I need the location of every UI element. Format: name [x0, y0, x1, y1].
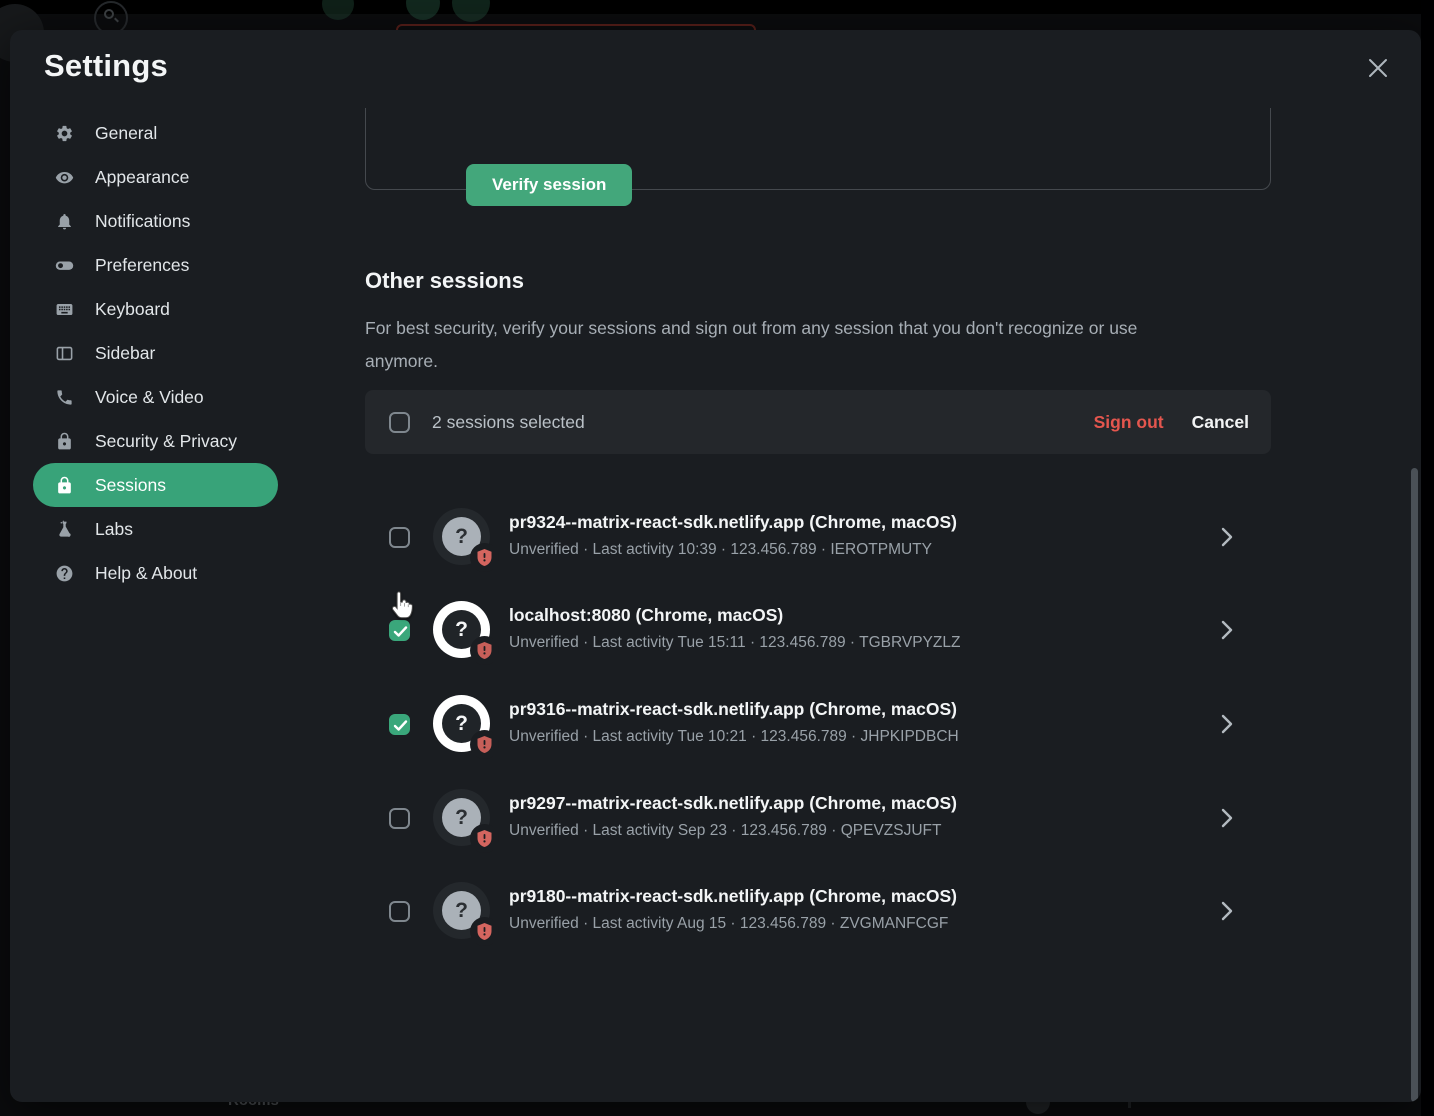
- backdrop-right-strip: [1421, 0, 1434, 1116]
- toggle-icon: [55, 256, 74, 275]
- session-details: Unverified · Last activity Tue 10:21 · 1…: [509, 728, 959, 746]
- sign-out-button[interactable]: Sign out: [1094, 412, 1164, 433]
- sidebar-item-help-about[interactable]: Help & About: [33, 551, 278, 595]
- sidebar-item-label: Preferences: [95, 255, 189, 276]
- session-details: Unverified · Last activity Tue 15:11 · 1…: [509, 634, 960, 652]
- verify-session-button[interactable]: Verify session: [466, 164, 632, 206]
- session-name: pr9180--matrix-react-sdk.netlify.app (Ch…: [509, 886, 957, 907]
- unverified-shield-icon: [470, 543, 499, 572]
- keyboard-icon: [55, 300, 74, 319]
- session-checkbox[interactable]: [389, 808, 410, 829]
- session-details: Unverified · Last activity Sep 23 · 123.…: [509, 822, 941, 840]
- sidebar-item-preferences[interactable]: Preferences: [33, 243, 278, 287]
- session-name: localhost:8080 (Chrome, macOS): [509, 605, 783, 626]
- other-sessions-heading: Other sessions: [365, 268, 524, 294]
- cancel-button[interactable]: Cancel: [1192, 412, 1249, 433]
- flask-icon: [55, 520, 74, 539]
- sidebar-item-label: Help & About: [95, 563, 197, 584]
- help-circle-icon: [55, 564, 74, 583]
- settings-dialog: Settings General Appearance Notification…: [10, 30, 1421, 1102]
- sidebar-item-label: Labs: [95, 519, 133, 540]
- page-title: Settings: [44, 48, 168, 84]
- unverified-shield-icon: [470, 636, 499, 665]
- sidebar-item-label: Keyboard: [95, 299, 170, 320]
- sidebar-item-sessions[interactable]: Sessions: [33, 463, 278, 507]
- sidebar-item-voice-video[interactable]: Voice & Video: [33, 375, 278, 419]
- sidebar-item-label: Sessions: [95, 475, 166, 496]
- session-checkbox[interactable]: [389, 527, 410, 548]
- sidebar-item-general[interactable]: General: [33, 111, 278, 155]
- close-icon[interactable]: [1362, 52, 1394, 84]
- session-checkbox[interactable]: [389, 620, 410, 641]
- sidebar-panes-icon: [55, 344, 74, 363]
- sidebar-item-label: Voice & Video: [95, 387, 204, 408]
- chevron-right-icon[interactable]: [1218, 900, 1236, 922]
- backdrop-avatar: [322, 0, 354, 20]
- selection-bar: 2 sessions selected Sign out Cancel: [365, 390, 1271, 454]
- session-name: pr9297--matrix-react-sdk.netlify.app (Ch…: [509, 793, 957, 814]
- backdrop-avatar: [452, 0, 490, 22]
- session-row[interactable]: ? localhost:8080 (Chrome, macOS) Unverif…: [365, 590, 1271, 670]
- sidebar-item-sidebar[interactable]: Sidebar: [33, 331, 278, 375]
- session-details: Unverified · Last activity Aug 15 · 123.…: [509, 915, 948, 933]
- chevron-right-icon[interactable]: [1218, 807, 1236, 829]
- unverified-shield-icon: [470, 824, 499, 853]
- lock-icon: [55, 432, 74, 451]
- backdrop-avatar: [406, 0, 440, 20]
- lock-icon: [55, 476, 74, 495]
- gear-icon: [55, 124, 74, 143]
- bell-icon: [55, 212, 74, 231]
- backdrop-top-strip: [0, 0, 1434, 14]
- sidebar-item-label: General: [95, 123, 157, 144]
- search-icon: [104, 9, 114, 19]
- settings-sidebar: General Appearance Notifications Prefere…: [33, 111, 278, 595]
- sidebar-item-label: Security & Privacy: [95, 431, 237, 452]
- chevron-right-icon[interactable]: [1218, 619, 1236, 641]
- session-row[interactable]: ? pr9316--matrix-react-sdk.netlify.app (…: [365, 684, 1271, 764]
- session-name: pr9324--matrix-react-sdk.netlify.app (Ch…: [509, 512, 957, 533]
- eye-icon: [55, 168, 74, 187]
- session-row[interactable]: ? pr9297--matrix-react-sdk.netlify.app (…: [365, 778, 1271, 858]
- unverified-shield-icon: [470, 917, 499, 946]
- selection-count-label: 2 sessions selected: [432, 412, 585, 433]
- sidebar-item-appearance[interactable]: Appearance: [33, 155, 278, 199]
- sidebar-item-label: Sidebar: [95, 343, 155, 364]
- session-name: pr9316--matrix-react-sdk.netlify.app (Ch…: [509, 699, 957, 720]
- sidebar-item-security-privacy[interactable]: Security & Privacy: [33, 419, 278, 463]
- select-all-checkbox[interactable]: [389, 412, 410, 433]
- sidebar-item-labs[interactable]: Labs: [33, 507, 278, 551]
- screen: Rooms Settings General Appearance Notifi…: [0, 0, 1434, 1116]
- sidebar-item-keyboard[interactable]: Keyboard: [33, 287, 278, 331]
- scrollbar-thumb[interactable]: [1411, 468, 1418, 1102]
- sidebar-item-label: Appearance: [95, 167, 189, 188]
- other-sessions-description: For best security, verify your sessions …: [365, 312, 1195, 378]
- sidebar-item-label: Notifications: [95, 211, 190, 232]
- sessions-content: Verify session Other sessions For best s…: [365, 108, 1283, 1102]
- chevron-right-icon[interactable]: [1218, 713, 1236, 735]
- session-details: Unverified · Last activity 10:39 · 123.4…: [509, 541, 932, 559]
- session-checkbox[interactable]: [389, 714, 410, 735]
- session-checkbox[interactable]: [389, 901, 410, 922]
- session-row[interactable]: ? pr9324--matrix-react-sdk.netlify.app (…: [365, 497, 1271, 577]
- session-row[interactable]: ? pr9180--matrix-react-sdk.netlify.app (…: [365, 871, 1271, 951]
- sidebar-item-notifications[interactable]: Notifications: [33, 199, 278, 243]
- current-session-card: Verify session: [365, 108, 1271, 190]
- phone-icon: [55, 388, 74, 407]
- chevron-right-icon[interactable]: [1218, 526, 1236, 548]
- unverified-shield-icon: [470, 730, 499, 759]
